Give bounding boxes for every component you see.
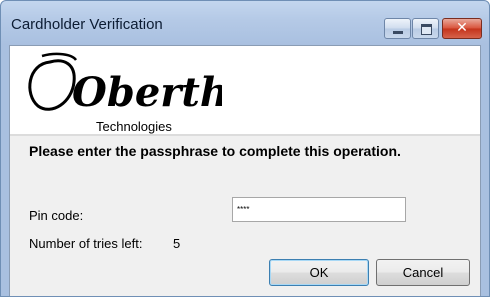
dialog-window: Cardholder Verification ✕ Oberthur Techn… bbox=[0, 0, 490, 297]
close-icon: ✕ bbox=[456, 20, 468, 36]
minimize-button[interactable] bbox=[384, 18, 411, 39]
logo-subtitle: Technologies bbox=[96, 119, 172, 134]
title-bar[interactable]: Cardholder Verification ✕ bbox=[1, 1, 489, 45]
tries-left-label: Number of tries left: bbox=[29, 236, 143, 251]
close-button[interactable]: ✕ bbox=[442, 18, 482, 39]
tries-left-value: 5 bbox=[173, 236, 181, 251]
pin-code-input[interactable] bbox=[232, 197, 406, 222]
instruction-text: Please enter the passphrase to complete … bbox=[29, 143, 401, 159]
maximize-icon bbox=[421, 24, 432, 35]
oberthur-logo: Oberthur bbox=[28, 52, 222, 116]
logo-banner: Oberthur Technologies bbox=[10, 46, 480, 134]
logo-brand-text: Oberthur bbox=[72, 69, 222, 116]
window-title: Cardholder Verification bbox=[11, 16, 163, 33]
minimize-icon bbox=[393, 31, 403, 34]
pin-code-label: Pin code: bbox=[29, 208, 84, 223]
ok-button[interactable]: OK bbox=[269, 259, 369, 286]
cancel-button[interactable]: Cancel bbox=[376, 259, 470, 286]
divider bbox=[10, 134, 480, 136]
dialog-client-area: Oberthur Technologies Please enter the p… bbox=[9, 45, 481, 296]
maximize-button[interactable] bbox=[412, 18, 439, 39]
